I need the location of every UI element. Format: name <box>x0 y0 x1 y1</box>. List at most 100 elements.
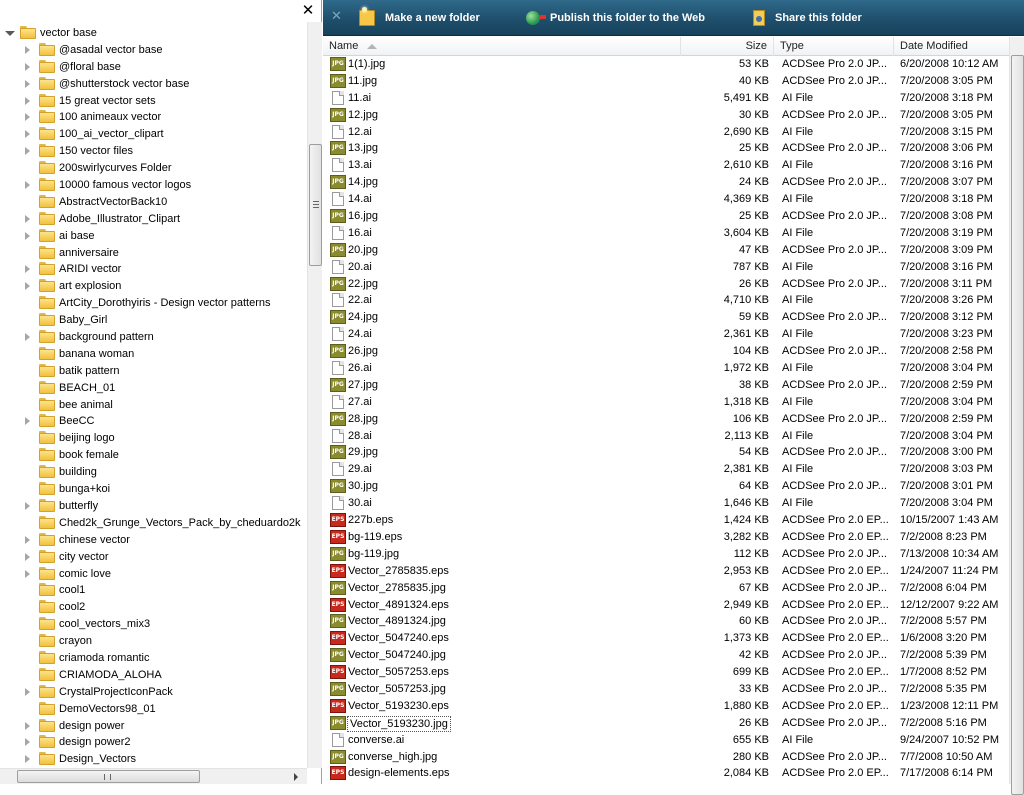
expand-arrow-icon[interactable] <box>25 113 30 122</box>
tree-item[interactable]: CRIAMODA_ALOHA <box>0 667 307 684</box>
collapse-arrow-icon[interactable] <box>5 31 15 36</box>
column-header-size[interactable]: Size <box>681 37 774 56</box>
expand-arrow-icon[interactable] <box>25 755 30 764</box>
column-header-date-modified[interactable]: Date Modified <box>894 37 1024 56</box>
expand-arrow-icon[interactable] <box>25 265 30 274</box>
tree-item[interactable]: ARIDI vector <box>0 261 307 278</box>
file-row[interactable]: converse_high.jpg 280 KB ACDSee Pro 2.0 JP… <box>323 749 1009 766</box>
expand-arrow-icon[interactable] <box>25 282 30 291</box>
file-row[interactable]: 14.ai 4,369 KB AI File 7/20/2008 3:18 PM <box>323 191 1009 208</box>
file-row[interactable]: 20.ai 787 KB AI File 7/20/2008 3:16 PM <box>323 259 1009 276</box>
file-row[interactable]: Vector_5047240.jpg 42 KB ACDSee Pro 2.0 JP… <box>323 647 1009 664</box>
tree-horizontal-scrollbar[interactable] <box>0 768 307 784</box>
file-row[interactable]: 29.jpg 54 KB ACDSee Pro 2.0 JP... 7/20/2008… <box>323 444 1009 461</box>
tree-item[interactable]: bee animal <box>0 397 307 414</box>
tree-item[interactable]: 200swirlycurves Folder <box>0 160 307 177</box>
make-new-folder-button[interactable]: Make a new folder <box>359 7 480 28</box>
file-row[interactable]: 28.ai 2,113 KB AI File 7/20/2008 3:04 PM <box>323 428 1009 445</box>
tree-item[interactable]: background pattern <box>0 329 307 346</box>
expand-arrow-icon[interactable] <box>25 687 30 696</box>
file-row[interactable]: 30.ai 1,646 KB AI File 7/20/2008 3:04 PM <box>323 495 1009 512</box>
file-row[interactable]: 26.ai 1,972 KB AI File 7/20/2008 3:04 PM <box>323 360 1009 377</box>
file-row[interactable]: 1(1).jpg 53 KB ACDSee Pro 2.0 JP... 6/20/20… <box>323 56 1009 73</box>
tree-item[interactable]: butterfly <box>0 498 307 515</box>
file-row[interactable]: 13.jpg 25 KB ACDSee Pro 2.0 JP... 7/20/2008… <box>323 140 1009 157</box>
expand-arrow-icon[interactable] <box>25 79 30 88</box>
file-row[interactable]: 16.ai 3,604 KB AI File 7/20/2008 3:19 PM <box>323 225 1009 242</box>
file-row[interactable]: 29.ai 2,381 KB AI File 7/20/2008 3:03 PM <box>323 461 1009 478</box>
file-row[interactable]: 12.jpg 30 KB ACDSee Pro 2.0 JP... 7/20/2008… <box>323 107 1009 124</box>
tree-scroll-thumb[interactable] <box>309 144 322 266</box>
tree-item[interactable]: comic love <box>0 566 307 583</box>
file-row[interactable]: 227b.eps 1,424 KB ACDSee Pro 2.0 EP... 10/1… <box>323 512 1009 529</box>
tree-item[interactable]: BeeCC <box>0 413 307 430</box>
file-row[interactable]: 13.ai 2,610 KB AI File 7/20/2008 3:16 PM <box>323 157 1009 174</box>
tree-item[interactable]: DemoVectors98_01 <box>0 701 307 718</box>
tree-item[interactable]: Baby_Girl <box>0 312 307 329</box>
expand-arrow-icon[interactable] <box>25 552 30 561</box>
tree-item[interactable]: ai base <box>0 228 307 245</box>
expand-arrow-icon[interactable] <box>25 62 30 71</box>
expand-arrow-icon[interactable] <box>25 231 30 240</box>
expand-arrow-icon[interactable] <box>25 501 30 510</box>
expand-arrow-icon[interactable] <box>25 45 30 54</box>
tree-item[interactable]: 150 vector files <box>0 143 307 160</box>
tree-item[interactable]: chinese vector <box>0 532 307 549</box>
tree-item[interactable]: beijing logo <box>0 430 307 447</box>
tree-item[interactable]: AbstractVectorBack10 <box>0 194 307 211</box>
file-row[interactable]: converse.ai 655 KB AI File 9/24/2007 10:52 … <box>323 732 1009 749</box>
file-row[interactable]: bg-119.eps 3,282 KB ACDSee Pro 2.0 EP... 7/… <box>323 529 1009 546</box>
tree-item[interactable]: design power2 <box>0 734 307 751</box>
expand-arrow-icon[interactable] <box>25 147 30 156</box>
tree-item[interactable]: cool_vectors_mix3 <box>0 616 307 633</box>
expand-arrow-icon[interactable] <box>25 214 30 223</box>
share-folder-button[interactable]: Share this folder <box>753 8 862 28</box>
tree-item[interactable]: Design_Vectors <box>0 751 307 767</box>
file-row[interactable]: bg-119.jpg 112 KB ACDSee Pro 2.0 JP... 7/13… <box>323 546 1009 563</box>
tree-item[interactable]: criamoda romantic <box>0 650 307 667</box>
tree-item[interactable]: cool1 <box>0 582 307 599</box>
command-bar-close-icon[interactable]: ✕ <box>331 9 342 24</box>
file-row[interactable]: 28.jpg 106 KB ACDSee Pro 2.0 JP... 7/20/200… <box>323 411 1009 428</box>
tree-item[interactable]: design power <box>0 718 307 735</box>
file-row[interactable]: 27.ai 1,318 KB AI File 7/20/2008 3:04 PM <box>323 394 1009 411</box>
tree-item[interactable]: BEACH_01 <box>0 380 307 397</box>
tree-item[interactable]: @floral base <box>0 59 307 76</box>
column-header-type[interactable]: Type <box>774 37 894 56</box>
expand-arrow-icon[interactable] <box>25 721 30 730</box>
tree-item[interactable]: building <box>0 464 307 481</box>
tree-item[interactable]: Ched2k_Grunge_Vectors_Pack_by_cheduardo2… <box>0 515 307 532</box>
tree-item[interactable]: cool2 <box>0 599 307 616</box>
tree-item[interactable]: @shutterstock vector base <box>0 76 307 93</box>
tree-item[interactable]: 10000 famous vector logos <box>0 177 307 194</box>
expand-arrow-icon[interactable] <box>25 535 30 544</box>
tree-item[interactable]: city vector <box>0 549 307 566</box>
file-row[interactable]: Vector_4891324.eps 2,949 KB ACDSee Pro 2.0… <box>323 597 1009 614</box>
file-list-scroll-thumb[interactable] <box>1011 55 1024 795</box>
file-row[interactable]: 22.jpg 26 KB ACDSee Pro 2.0 JP... 7/20/2008… <box>323 276 1009 293</box>
file-row[interactable]: Vector_5193230.eps 1,880 KB ACDSee Pro 2.0… <box>323 698 1009 715</box>
tree-item[interactable]: crayon <box>0 633 307 650</box>
tree-item[interactable]: 100_ai_vector_clipart <box>0 126 307 143</box>
file-row[interactable]: 27.jpg 38 KB ACDSee Pro 2.0 JP... 7/20/2008… <box>323 377 1009 394</box>
file-row[interactable]: design-elements.eps 2,084 KB ACDSee Pro 2.… <box>323 765 1009 782</box>
tree-item[interactable]: ArtCity_Dorothyiris - Design vector patt… <box>0 295 307 312</box>
file-row[interactable]: 30.jpg 64 KB ACDSee Pro 2.0 JP... 7/20/2008… <box>323 478 1009 495</box>
expand-arrow-icon[interactable] <box>25 569 30 578</box>
tree-item[interactable]: batik pattern <box>0 363 307 380</box>
file-row[interactable]: Vector_5047240.eps 1,373 KB ACDSee Pro 2.0… <box>323 630 1009 647</box>
tree-hscroll-thumb[interactable] <box>17 770 200 783</box>
file-row[interactable]: Vector_5193230.jpg 26 KB ACDSee Pro 2.0 JP… <box>323 715 1009 732</box>
file-row[interactable]: Vector_5057253.eps 699 KB ACDSee Pro 2.0 E… <box>323 664 1009 681</box>
file-row[interactable]: 20.jpg 47 KB ACDSee Pro 2.0 JP... 7/20/2008… <box>323 242 1009 259</box>
expand-arrow-icon[interactable] <box>25 181 30 190</box>
file-row[interactable]: 16.jpg 25 KB ACDSee Pro 2.0 JP... 7/20/2008… <box>323 208 1009 225</box>
publish-to-web-button[interactable]: Publish this folder to the Web <box>526 8 705 28</box>
tree-item[interactable]: Adobe_Illustrator_Clipart <box>0 211 307 228</box>
expand-arrow-icon[interactable] <box>25 96 30 105</box>
file-row[interactable]: Vector_2785835.jpg 67 KB ACDSee Pro 2.0 JP… <box>323 580 1009 597</box>
expand-arrow-icon[interactable] <box>25 417 30 426</box>
tree-item[interactable]: art explosion <box>0 278 307 295</box>
tree-vertical-scrollbar[interactable] <box>307 22 322 768</box>
tree-item[interactable]: 100 animeaux vector <box>0 109 307 126</box>
